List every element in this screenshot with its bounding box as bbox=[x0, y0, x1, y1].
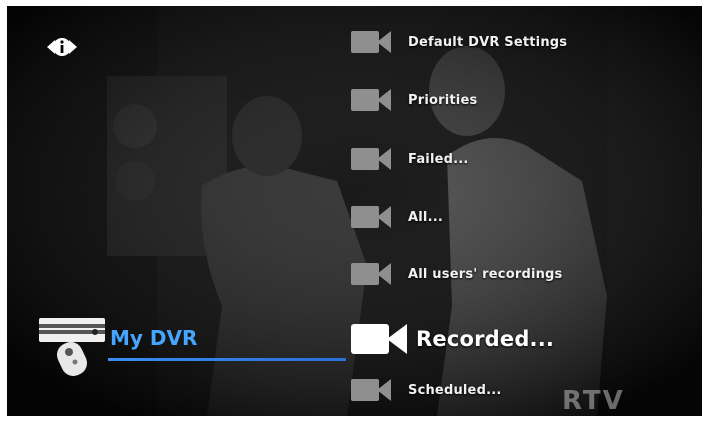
menu-item-label: All users' recordings bbox=[408, 266, 563, 282]
video-camera-icon bbox=[351, 379, 391, 401]
menu-item-all-users-recordings[interactable]: All users' recordings bbox=[351, 257, 563, 291]
menu-item-priorities[interactable]: Priorities bbox=[351, 83, 477, 117]
video-camera-icon bbox=[351, 206, 391, 228]
video-camera-icon bbox=[351, 148, 391, 170]
section-my-dvr[interactable]: My DVR bbox=[37, 316, 217, 378]
menu-item-recorded[interactable]: Recorded... bbox=[351, 322, 554, 356]
dvr-remote-icon bbox=[39, 318, 105, 376]
menu-item-label: All... bbox=[408, 209, 443, 225]
menu-item-default-dvr-settings[interactable]: Default DVR Settings bbox=[351, 25, 567, 59]
video-camera-icon bbox=[351, 263, 391, 285]
menu-item-label: Default DVR Settings bbox=[408, 34, 568, 50]
menu-item-all[interactable]: All... bbox=[351, 200, 443, 234]
menu-item-failed[interactable]: Failed... bbox=[351, 142, 469, 176]
menu-item-label: Recorded... bbox=[416, 327, 555, 351]
channel-watermark: RTV bbox=[562, 386, 625, 416]
media-center-screen: Default DVR Settings Priorities Failed..… bbox=[7, 6, 702, 416]
video-camera-icon bbox=[351, 31, 391, 53]
video-camera-icon bbox=[351, 324, 407, 354]
menu-item-label: Scheduled... bbox=[408, 382, 502, 398]
menu-item-label: Failed... bbox=[408, 151, 469, 167]
menu-item-label: Priorities bbox=[408, 92, 478, 108]
menu-item-scheduled[interactable]: Scheduled... bbox=[351, 373, 502, 407]
section-underline bbox=[108, 358, 346, 361]
section-title: My DVR bbox=[110, 326, 198, 350]
video-camera-icon bbox=[351, 89, 391, 111]
